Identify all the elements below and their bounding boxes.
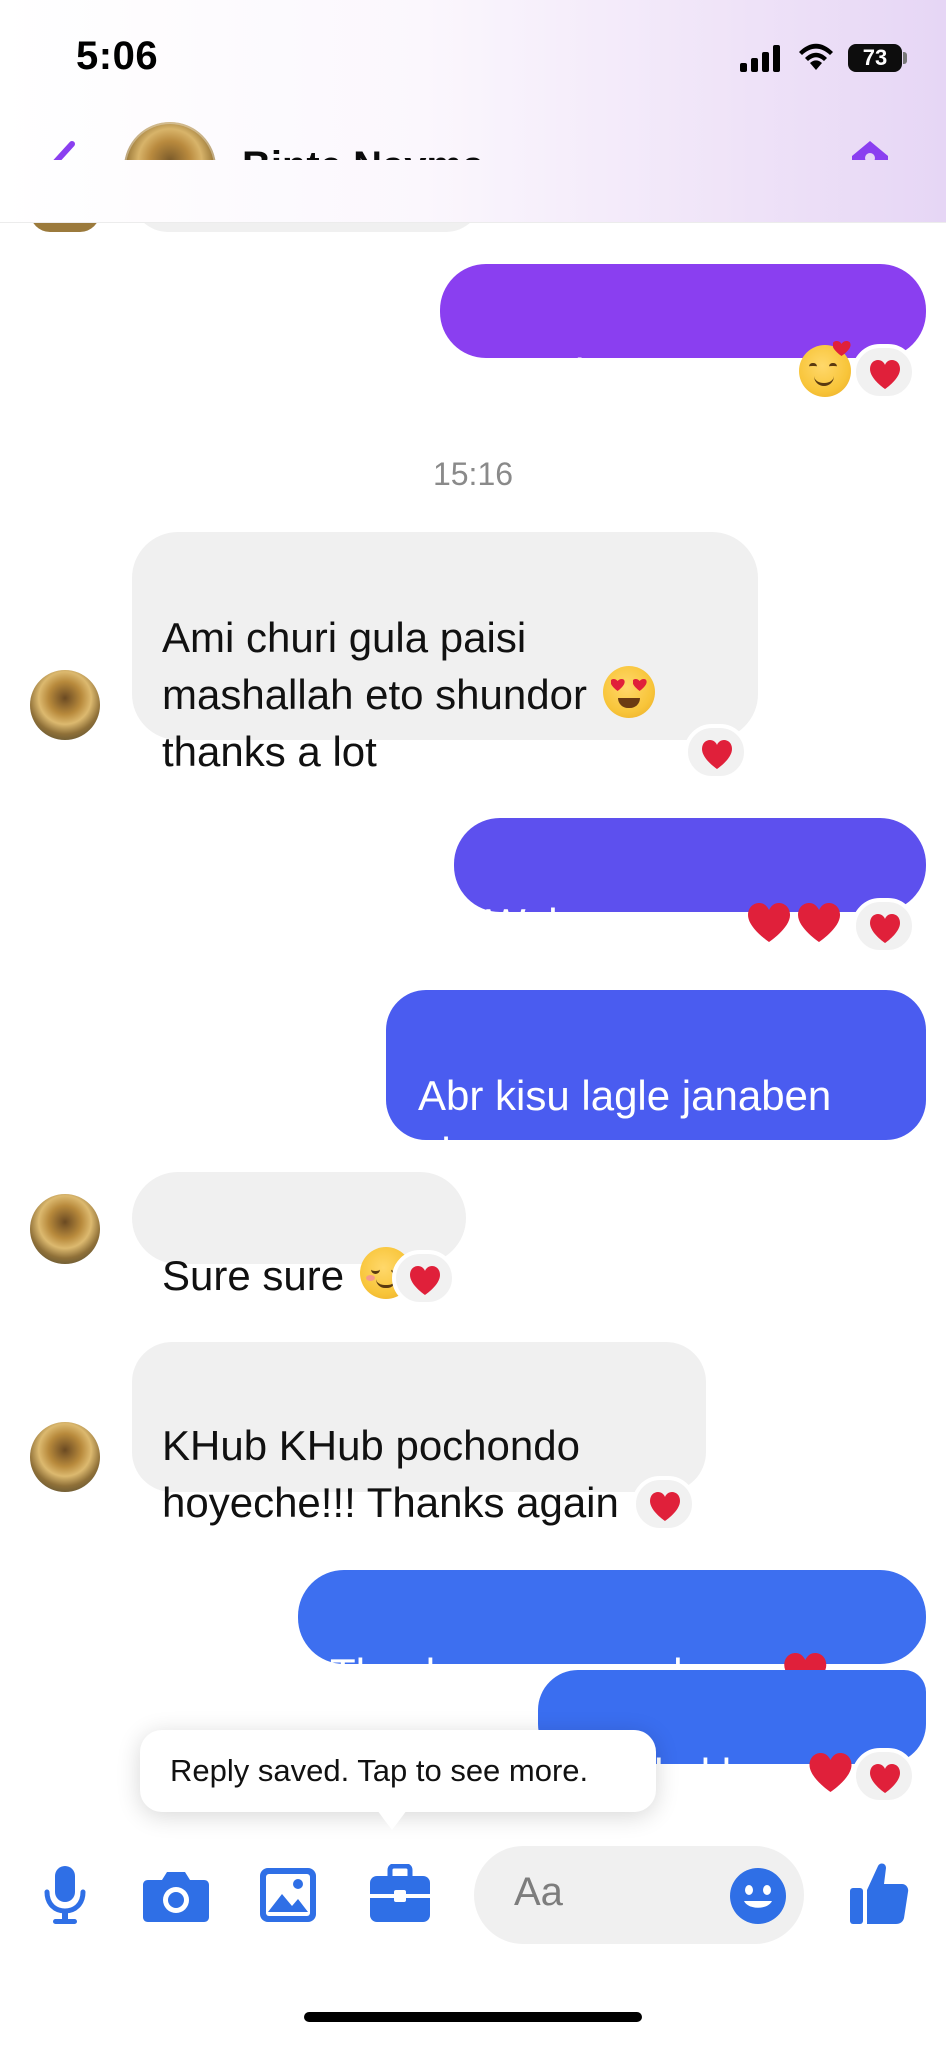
home-indicator xyxy=(304,2012,642,2022)
thumbs-up-icon[interactable] xyxy=(848,1860,910,1926)
message-bubble-incoming[interactable]: Ami churi gula paisi mashallah eto shund… xyxy=(132,532,758,775)
timestamp: 15:16 xyxy=(432,456,514,492)
reaction-heart[interactable] xyxy=(392,1250,456,1306)
reaction-heart[interactable] xyxy=(632,1476,696,1532)
signal-icon xyxy=(740,44,784,72)
message-text: Ami churi gula paisi mashallah eto shund… xyxy=(162,614,587,718)
header-mask xyxy=(0,160,946,222)
message-bubble-outgoing[interactable]: Our pleasure apu xyxy=(440,264,926,397)
reply-saved-tooltip[interactable]: Reply saved. Tap to see more. xyxy=(140,1730,656,1812)
message-text: Welcome apu xyxy=(486,900,743,947)
status-time: 5:06 xyxy=(76,34,159,78)
contact-avatar[interactable] xyxy=(30,1194,100,1264)
wifi-icon xyxy=(799,43,833,70)
message-text: Abr kisu lagle janaben plz apu xyxy=(418,1072,832,1176)
reaction-heart[interactable] xyxy=(852,344,916,400)
red-heart-icon xyxy=(746,902,792,944)
message-bubble-outgoing[interactable]: Abr kisu lagle janaben plz apu xyxy=(386,990,926,1176)
red-heart-icon xyxy=(808,1752,854,1794)
smiling-face-with-hearts-icon xyxy=(798,345,851,397)
header-divider xyxy=(0,222,946,223)
image-icon[interactable] xyxy=(258,1866,318,1924)
red-heart-icon xyxy=(796,902,842,944)
battery-cap xyxy=(903,52,907,64)
message-bubble-incoming[interactable]: KHub KHub pochondo hoyeche!!! Thanks aga… xyxy=(132,1342,706,1526)
camera-icon[interactable] xyxy=(142,1868,210,1924)
reaction-heart[interactable] xyxy=(852,1748,916,1804)
contact-avatar[interactable] xyxy=(30,670,100,740)
briefcase-icon[interactable] xyxy=(368,1864,432,1924)
contact-avatar[interactable] xyxy=(30,1422,100,1492)
message-input-placeholder: Aa xyxy=(514,1870,563,1914)
message-text-line: thanks a lot xyxy=(162,728,377,775)
heart-eyes-icon xyxy=(602,666,655,718)
tooltip-pointer xyxy=(374,1806,410,1830)
microphone-icon[interactable] xyxy=(40,1864,90,1926)
reaction-heart[interactable] xyxy=(852,898,916,954)
message-bubble-outgoing[interactable]: Welcome apu xyxy=(454,818,926,947)
battery-icon: 73 xyxy=(848,44,902,72)
reaction-heart[interactable] xyxy=(684,724,748,780)
message-text: Sure sure xyxy=(162,1252,345,1299)
message-bubble-outgoing[interactable]: Thank you so much apu xyxy=(298,1570,926,1697)
message-text: Our pleasure apu xyxy=(470,350,795,397)
emoji-icon[interactable] xyxy=(728,1866,788,1926)
message-text: KHub KHub pochondo hoyeche!!! Thanks aga… xyxy=(162,1422,619,1526)
